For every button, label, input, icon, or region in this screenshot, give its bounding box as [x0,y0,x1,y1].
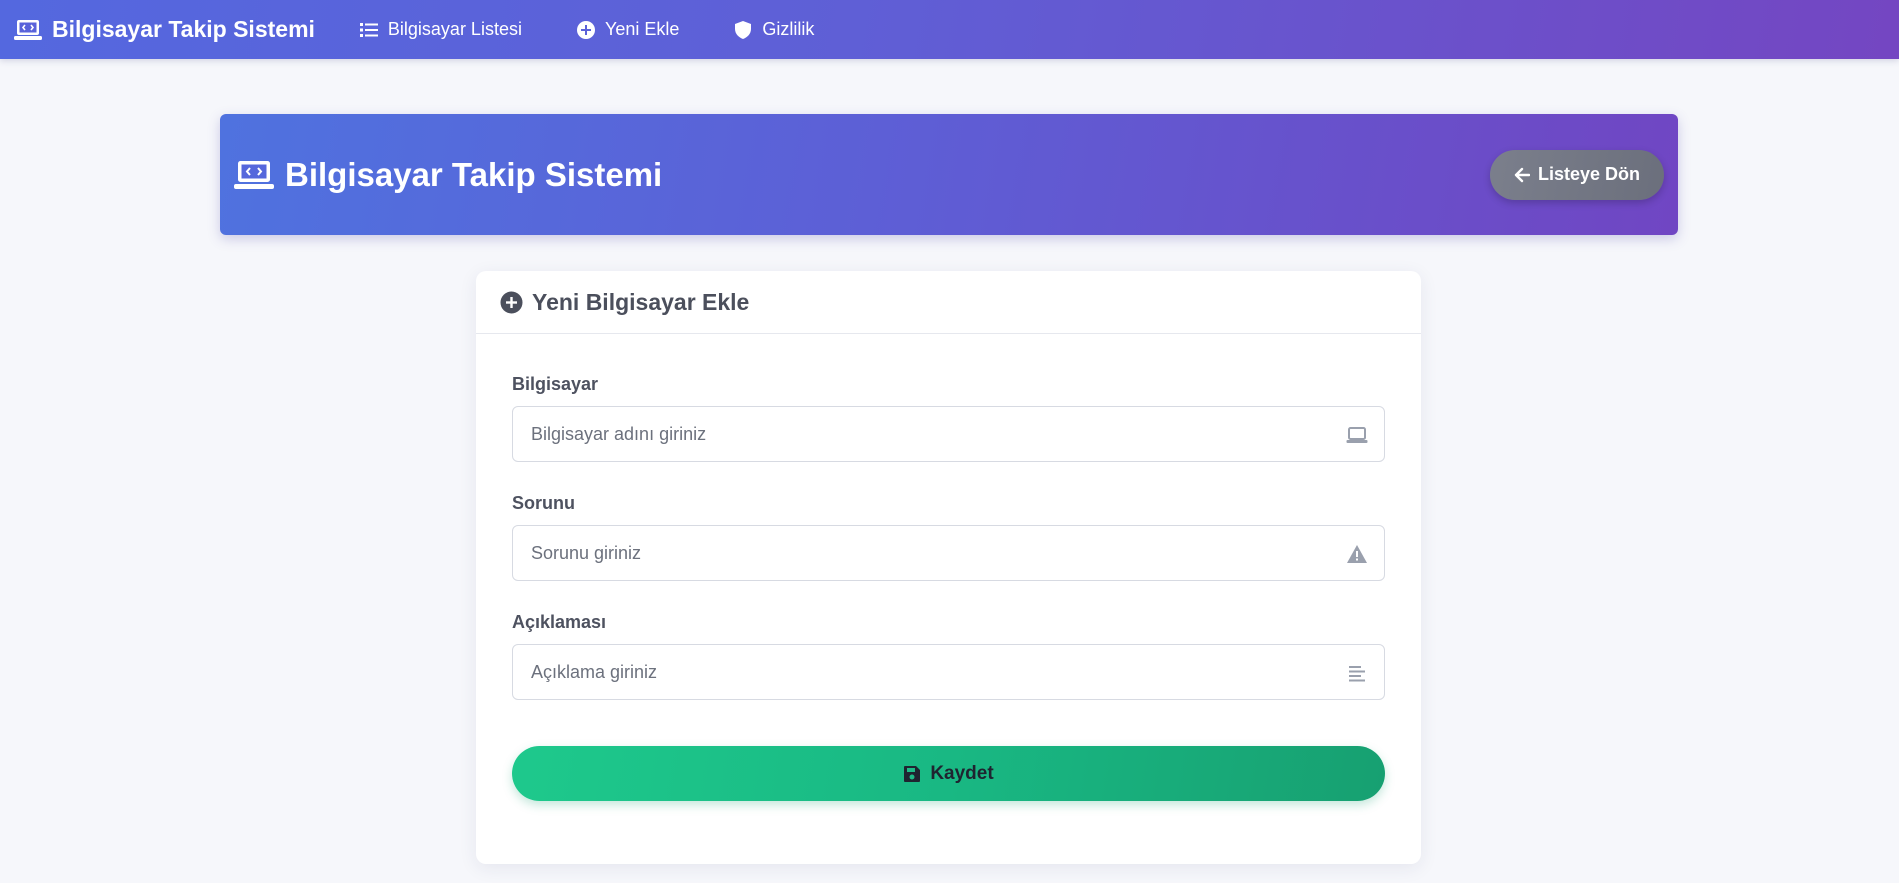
nav-item-label: Yeni Ekle [604,19,680,39]
card-title: Yeni Bilgisayar Ekle [532,288,750,315]
problem-label: Sorunu [512,493,575,513]
navbar-brand-label: Bilgisayar Takip Sistemi [52,16,315,42]
page-header-banner: Bilgisayar Takip Sistemi Listeye Dön [220,114,1678,235]
list-icon [359,20,379,40]
top-navbar: Bilgisayar Takip Sistemi Bilgisayar List… [0,0,1899,59]
computer-name-field-wrapper [512,406,1385,462]
page-title: Bilgisayar Takip Sistemi [234,156,662,194]
description-input[interactable] [513,645,1384,699]
nav-item-yeni-ekle[interactable]: Yeni Ekle [576,19,679,40]
laptop-icon [1346,425,1368,445]
back-to-list-button[interactable]: Listeye Dön [1490,149,1664,200]
plus-circle-icon [500,291,523,314]
computer-name-label: Bilgisayar [512,374,599,394]
card-header: Yeni Bilgisayar Ekle [476,271,1421,334]
save-button[interactable]: Kaydet [512,746,1385,801]
nav-item-bilgisayar-listesi[interactable]: Bilgisayar Listesi [359,19,522,40]
back-button-label: Listeye Dön [1537,164,1641,184]
computer-name-input[interactable] [513,407,1384,461]
description-label: Açıklaması [512,612,607,632]
nav-item-label: Gizlilik [762,19,815,39]
nav-item-gizlilik[interactable]: Gizlilik [733,19,814,40]
navbar-brand[interactable]: Bilgisayar Takip Sistemi [14,16,315,43]
laptop-code-icon [14,18,42,42]
new-computer-form-card: Yeni Bilgisayar Ekle Bilgisayar Sorunu A… [476,271,1421,864]
warning-icon [1346,544,1368,564]
description-field-wrapper [512,644,1385,700]
align-left-icon [1346,663,1368,683]
arrow-left-icon [1514,167,1530,183]
page-title-label: Bilgisayar Takip Sistemi [285,155,663,193]
plus-circle-icon [576,20,596,40]
shield-icon [733,20,753,40]
problem-input[interactable] [513,526,1384,580]
problem-field-wrapper [512,525,1385,581]
laptop-code-icon [234,159,274,191]
save-icon [903,765,921,783]
save-button-label: Kaydet [930,762,994,784]
nav-item-label: Bilgisayar Listesi [387,19,522,39]
